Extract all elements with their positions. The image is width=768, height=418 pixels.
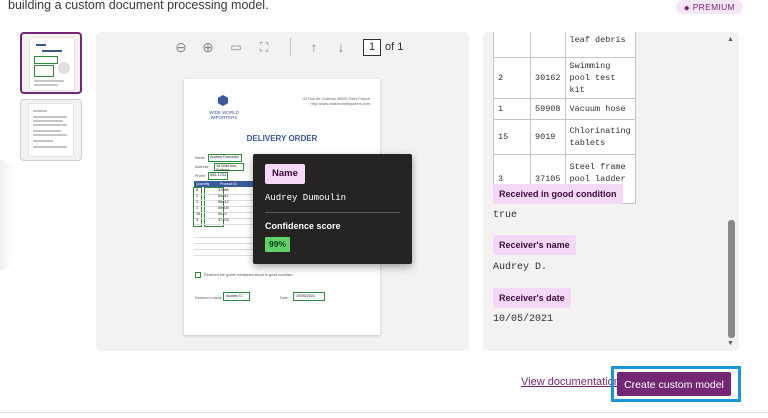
premium-label: PREMIUM [692, 2, 735, 12]
diamond-icon: ◆ [684, 5, 690, 12]
footer-divider [0, 412, 768, 413]
doc-name-label: Name [195, 156, 205, 160]
field-value-receiver-name: Audrey D. [493, 262, 548, 273]
zoom-out-icon[interactable]: ⊖ [170, 32, 192, 62]
page-count: of 1 [385, 41, 404, 53]
doc-receiver-label: Receiver's name [195, 296, 222, 300]
phone-field-box[interactable]: 555-1234 [208, 172, 228, 180]
view-documentation-link[interactable]: View documentation [521, 376, 620, 388]
tooltip-field-value: Audrey Dumoulin [265, 193, 347, 203]
doc-address-label: Address [195, 165, 209, 169]
table-row: 15 9019 Chlorinating tablets [493, 119, 636, 155]
doc-confirm-text: Received the goods mentioned above in go… [204, 273, 293, 277]
doc-address-value: 18 Wild Ave, Gotham [216, 164, 238, 172]
receiver-date-box[interactable]: 10/05/2021 [293, 292, 325, 301]
panel-scrollbar[interactable]: ▲ ▼ [724, 32, 739, 351]
side-panel-edge [0, 160, 14, 270]
receiver-name-box[interactable]: Audrey D. [223, 292, 250, 301]
zoom-in-icon[interactable]: ⊕ [197, 32, 219, 62]
quantity-header: Quantity [196, 182, 210, 186]
field-label-receiver-date: Receiver's date [493, 288, 571, 308]
toolbar-divider [290, 38, 291, 56]
tooltip-divider [265, 212, 400, 213]
page-thumbnail-1[interactable] [20, 32, 82, 94]
intro-text: building a custom document processing mo… [8, 0, 269, 12]
confidence-label: Confidence score [265, 221, 341, 231]
field-label-received: Received in good condition [493, 184, 623, 204]
thumbnail-page [29, 104, 73, 156]
scroll-down-icon[interactable]: ▼ [727, 340, 734, 347]
table-row: 2 30162 Swimming pool test kit [493, 57, 636, 99]
page-thumbnail-2[interactable] [20, 99, 82, 161]
confidence-score-badge: 99% [265, 237, 291, 252]
doc-date-value: 10/05/2021 [296, 294, 316, 298]
tooltip-field-label: Name [265, 164, 305, 184]
name-field-box[interactable]: Audrey Dumoulin [208, 154, 242, 162]
table-row: leaf debris [493, 32, 636, 58]
product-header: Product ID [220, 182, 237, 186]
items-table: leaf debris 2 30162 Swimming pool test k… [493, 32, 636, 204]
scrollbar-thumb[interactable] [728, 220, 735, 338]
field-label-receiver-name: Receiver's name [493, 235, 576, 255]
condition-checkbox-box[interactable] [195, 272, 201, 278]
previous-page-icon[interactable]: ↑ [303, 32, 325, 62]
doc-phone-value: 555-1234 [210, 173, 227, 177]
field-value-received: true [493, 210, 518, 221]
thumbnail-page [30, 38, 74, 90]
doc-name-value: Audrey Dumoulin [210, 155, 240, 159]
field-tooltip: Name Audrey Dumoulin Confidence score 99… [253, 154, 412, 264]
scroll-up-icon[interactable]: ▲ [727, 36, 734, 43]
company-logo [218, 95, 228, 106]
doc-receiver-value: Audrey D. [226, 294, 243, 298]
table-row: 1 59908 Vacuum hose [493, 98, 636, 120]
field-value-receiver-date: 10/05/2021 [493, 314, 554, 325]
doc-date-label: Date [280, 296, 288, 300]
document-title: DELIVERY ORDER [246, 134, 318, 143]
address-field-box[interactable]: 18 Wild Ave, Gotham [214, 163, 244, 172]
doc-phone-label: Phone [195, 174, 206, 178]
page-number-input[interactable]: 1 [363, 39, 381, 56]
fit-width-icon[interactable]: ▭ [225, 32, 247, 62]
company-address: 43 Rue de Château 98000 Paris France htt… [302, 97, 370, 106]
company-name: WIDE WORLD IMPORTERS [209, 110, 239, 120]
extracted-fields-panel: leaf debris 2 30162 Swimming pool test k… [483, 32, 739, 351]
next-page-icon[interactable]: ↓ [330, 32, 352, 62]
create-custom-model-button[interactable]: Create custom model [617, 372, 731, 396]
premium-badge: ◆ PREMIUM [676, 0, 743, 14]
fit-page-icon[interactable]: ⛶ [253, 32, 275, 62]
